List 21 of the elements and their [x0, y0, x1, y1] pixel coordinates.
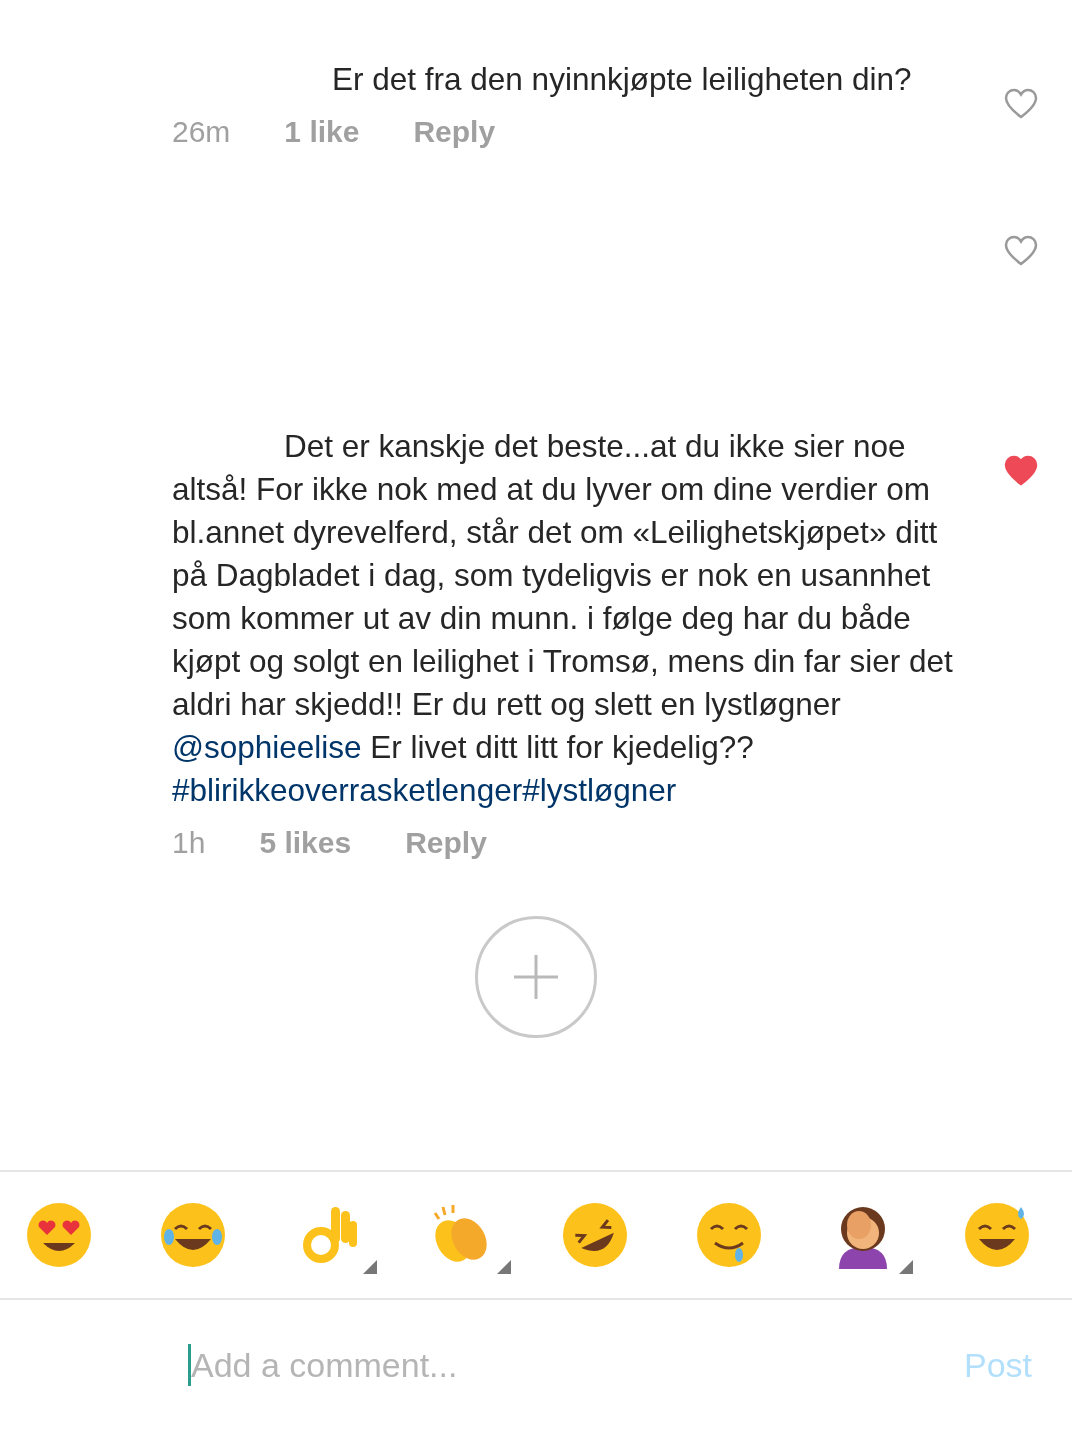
like-button[interactable] — [1004, 455, 1038, 487]
likes-count[interactable]: 1 like — [284, 115, 360, 149]
variants-icon — [899, 1260, 913, 1274]
plus-icon — [512, 953, 560, 1001]
post-button[interactable]: Post — [957, 1344, 1038, 1386]
emoji-icon — [561, 1201, 629, 1269]
comment-text: Det er kanskje det beste...at du ikke sier noe altså! For ikke nok med at du lyver om dine verdier om bl.annet dyrevelferd, står det om «Leilighetskjøpet» ditt på Dagbladet i dag, som tydeligvis er nok en usannhet som kommer ut av din munn. i følge deg har du både kjøpt og solgt en leilighet i Tromsø, mens din far sier det aldri har skjedd!! Er du rett og slett en lystløgner @sophieelise Er livet ditt litt for kjedelig?? #blirikkeoverrasketlenger#lystløgner — [172, 427, 954, 810]
reply-link[interactable]: Reply — [405, 826, 487, 860]
like-button[interactable] — [1004, 88, 1038, 120]
comment-text: Er det fra den nyinnkjøpte leiligheten din? — [331, 60, 913, 99]
comment-time: 1h — [172, 826, 206, 860]
emoji-icon — [25, 1201, 93, 1269]
emoji-icon — [159, 1201, 227, 1269]
emoji-icon — [963, 1201, 1031, 1269]
variants-icon — [497, 1260, 511, 1274]
variants-icon — [363, 1260, 377, 1274]
like-button[interactable] — [1004, 235, 1038, 267]
emoji-icon — [695, 1201, 763, 1269]
comment-time: 26m — [172, 115, 231, 149]
likes-count[interactable]: 5 likes — [259, 826, 352, 860]
reply-link[interactable]: Reply — [413, 115, 496, 149]
